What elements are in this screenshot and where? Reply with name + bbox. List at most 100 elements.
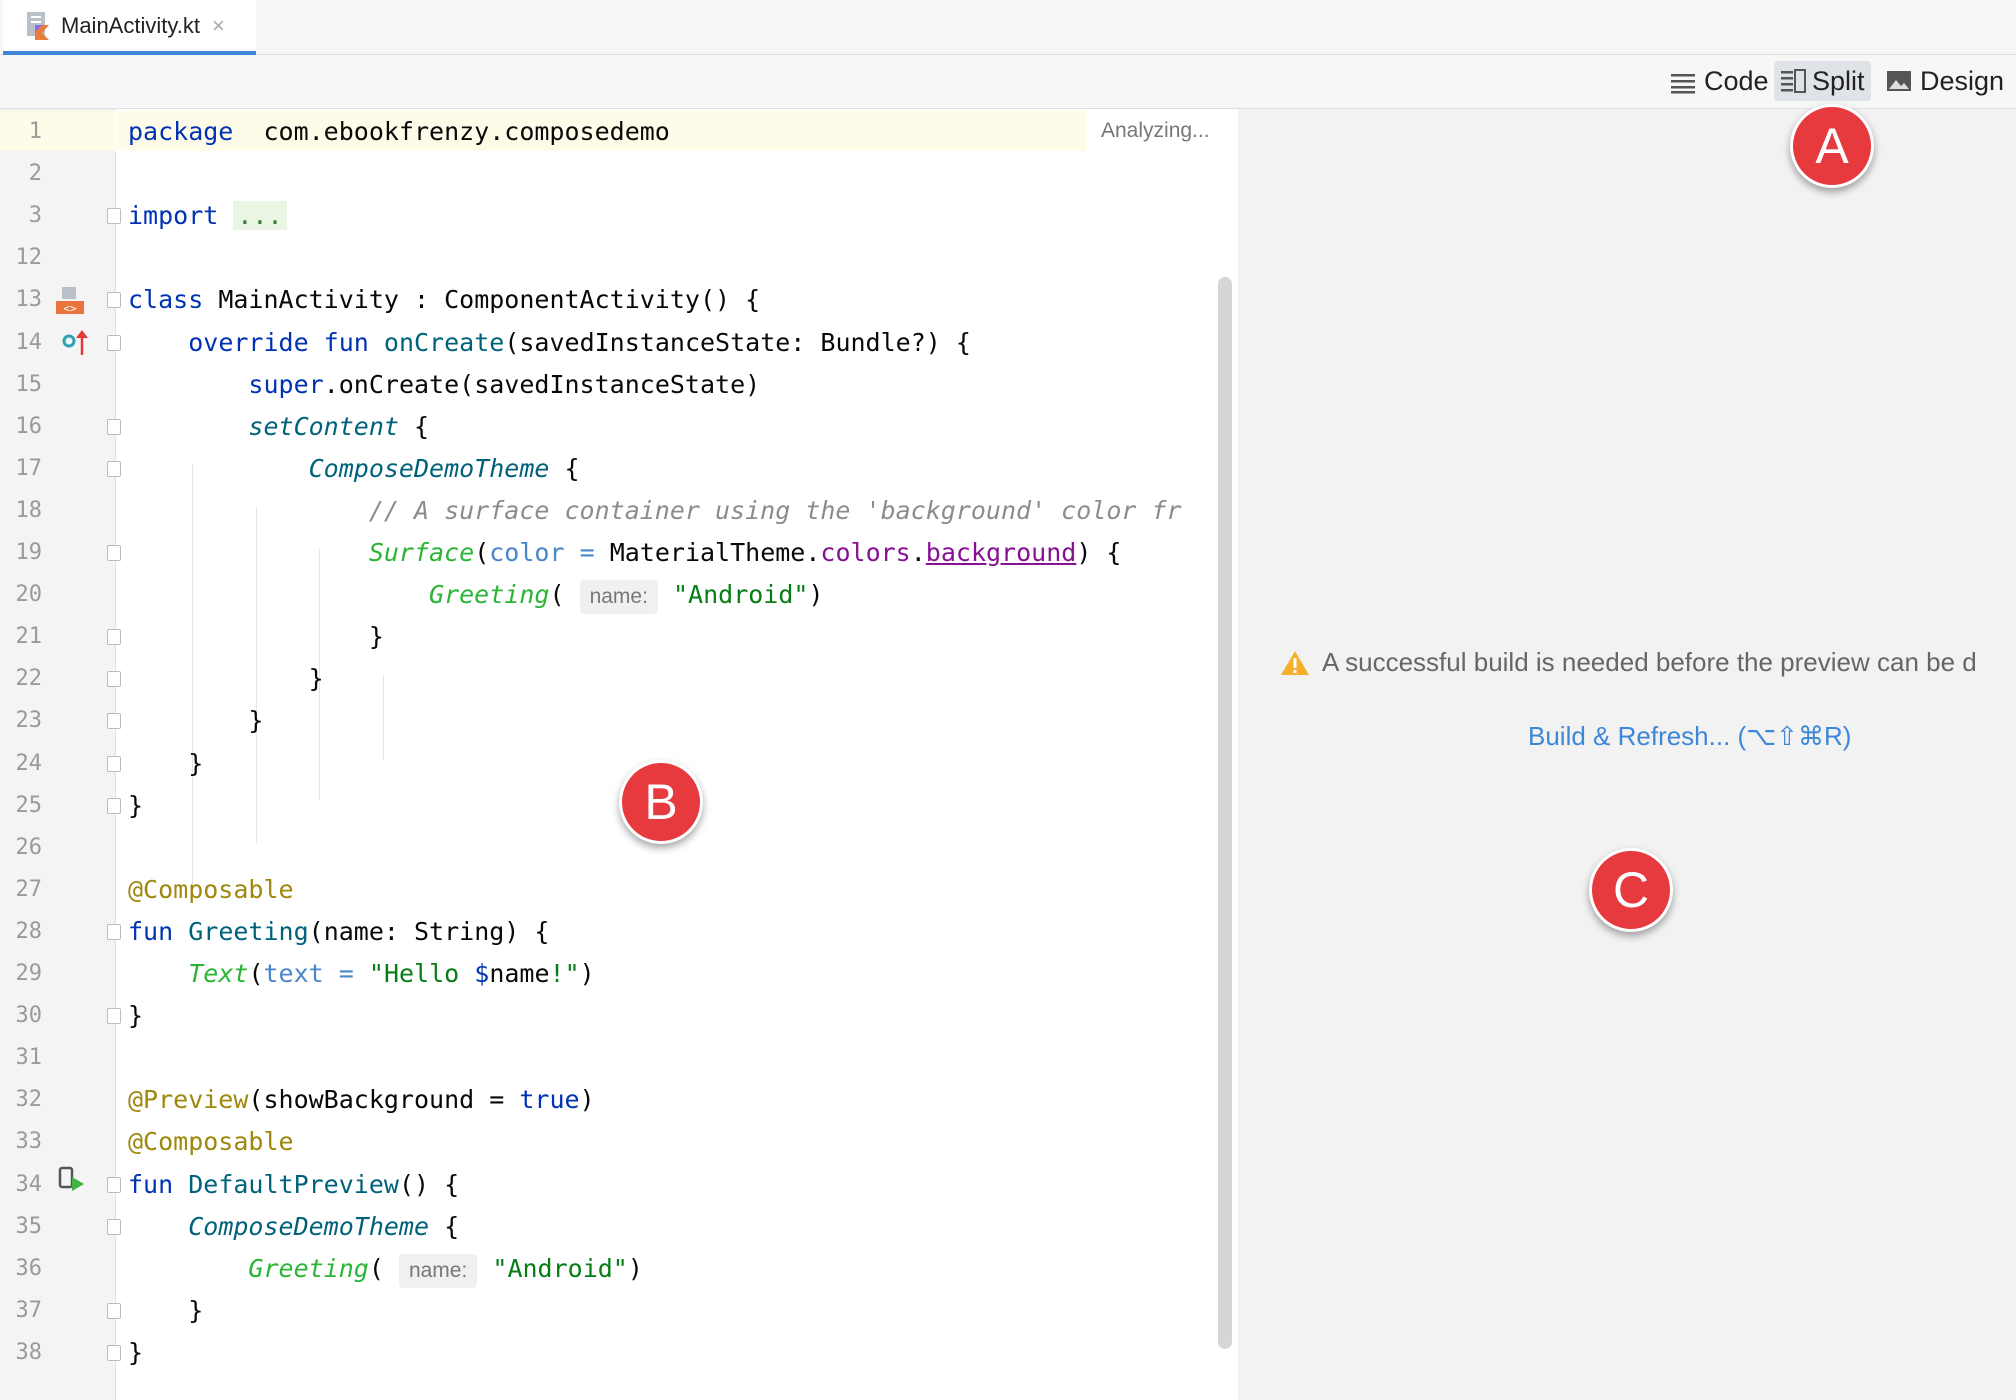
code-line: 14 override fun onCreate(savedInstanceSt… (0, 322, 1238, 364)
fold-marker-icon[interactable] (107, 755, 121, 772)
code-line: 34 fun DefaultPreview() { (0, 1164, 1238, 1206)
code-token: Greeting (248, 1253, 369, 1283)
line-number: 29 (15, 961, 43, 986)
code-text: } (128, 700, 263, 742)
code-text: } (128, 743, 203, 785)
line-number: 24 (15, 750, 43, 776)
fold-marker-icon[interactable] (107, 671, 121, 688)
code-text: } (128, 995, 143, 1037)
code-token: DefaultPreview (188, 1169, 399, 1199)
line-number: 16 (15, 413, 43, 439)
line-number: 34 (15, 1171, 43, 1197)
fold-marker-icon[interactable] (107, 797, 121, 814)
fold-marker-icon[interactable] (107, 1344, 121, 1361)
code-line: 21 } (0, 616, 1238, 658)
code-line: 1 package com.ebookfrenzy.composedemo (0, 111, 1238, 153)
code-token: Greeting (429, 580, 550, 610)
code-token: } (128, 1001, 144, 1031)
code-text: setContent { (128, 406, 429, 448)
line-number: 32 (15, 1087, 43, 1113)
code-text: @Preview(showBackground = true) (128, 1079, 595, 1121)
fold-marker-icon[interactable] (107, 1008, 121, 1025)
code-token: ) { (1076, 538, 1122, 567)
code-token: . (910, 538, 926, 567)
line-number: 20 (15, 582, 43, 608)
fold-marker-icon[interactable] (107, 1302, 121, 1319)
code-line: 35 ComposeDemoTheme { (0, 1206, 1238, 1248)
warning-icon (1280, 649, 1310, 677)
code-text: } (128, 1290, 203, 1332)
fold-marker-icon[interactable] (107, 545, 121, 561)
code-lines-icon (1670, 70, 1696, 94)
code-line: 37 } (0, 1290, 1238, 1332)
editor-vertical-scrollbar[interactable] (1218, 277, 1232, 1349)
layout-preview-gutter-icon[interactable]: <> (54, 285, 86, 322)
code-token: background (925, 538, 1077, 567)
code-line: 19 Surface(color = MaterialTheme.colors.… (0, 532, 1238, 574)
run-preview-icon[interactable] (58, 1165, 86, 1198)
code-token: ComposeDemoTheme (308, 453, 550, 483)
code-line: 36 Greeting( name: "Android") (0, 1248, 1238, 1290)
build-refresh-link[interactable]: Build & Refresh... (⌥⇧⌘R) (1528, 721, 1851, 752)
code-text: fun Greeting(name: String) { (128, 911, 549, 953)
code-label: Code (1704, 65, 1769, 96)
fold-marker-icon[interactable] (107, 460, 121, 477)
code-token: } (128, 790, 144, 820)
code-text: ComposeDemoTheme { (128, 1206, 459, 1248)
fold-marker-icon[interactable] (107, 1176, 121, 1193)
tab-mainactivity[interactable]: MainActivity.kt × (3, 0, 256, 55)
line-number: 17 (15, 455, 43, 481)
close-icon[interactable]: × (212, 13, 225, 39)
line-number: 36 (15, 1255, 43, 1281)
fold-marker-icon[interactable] (107, 208, 121, 225)
editor-tab-bar: MainActivity.kt × (0, 0, 2016, 55)
split-view-button[interactable]: Split (1774, 61, 1871, 101)
code-token: } (128, 1337, 144, 1367)
line-number: 19 (15, 540, 43, 565)
line-number: 12 (15, 245, 43, 271)
fold-marker-icon[interactable] (107, 334, 121, 351)
code-text: } (128, 658, 324, 700)
code-text: @Composable (128, 869, 294, 911)
code-text: // A surface container using the 'backgr… (128, 490, 1182, 532)
code-token: ( (549, 580, 580, 610)
code-token: !" (549, 959, 580, 988)
line-number: 26 (15, 834, 43, 860)
design-view-button[interactable]: Design (1880, 61, 2010, 101)
code-line: 30} (0, 995, 1238, 1037)
code-token: { (398, 411, 430, 441)
code-token: override fun (188, 327, 369, 357)
code-text: package com.ebookfrenzy.composedemo (128, 111, 670, 153)
code-editor[interactable]: Analyzing... 1 package com.ebookfrenzy.co… (0, 109, 1238, 1400)
callout-a: A (1790, 104, 1874, 188)
code-token: } (128, 664, 324, 694)
code-token: name (489, 959, 550, 988)
line-number: 13 (15, 287, 43, 313)
fold-marker-icon[interactable] (107, 713, 121, 730)
code-line: 31 (0, 1037, 1238, 1079)
parameter-hint: name: (579, 580, 658, 615)
fold-marker-icon[interactable] (107, 923, 121, 940)
override-up-arrow-icon[interactable] (62, 329, 88, 362)
code-text: fun DefaultPreview() { (128, 1164, 459, 1206)
line-number: 14 (15, 329, 43, 355)
code-token: ( (368, 1253, 399, 1283)
fold-marker-icon[interactable] (107, 292, 121, 309)
code-line: 27 @Composable (0, 869, 1238, 911)
code-view-button[interactable]: Code (1664, 61, 1775, 101)
code-token: MainActivity : ComponentActivity() { (203, 285, 761, 315)
code-line: 33 @Composable (0, 1121, 1238, 1163)
code-token: = (579, 538, 595, 567)
fold-marker-icon[interactable] (107, 1218, 121, 1235)
fold-marker-icon[interactable] (107, 629, 121, 646)
fold-marker-icon[interactable] (107, 418, 121, 435)
code-line: 20 Greeting( name: "Android") (0, 574, 1238, 616)
line-number: 2 (28, 161, 42, 187)
